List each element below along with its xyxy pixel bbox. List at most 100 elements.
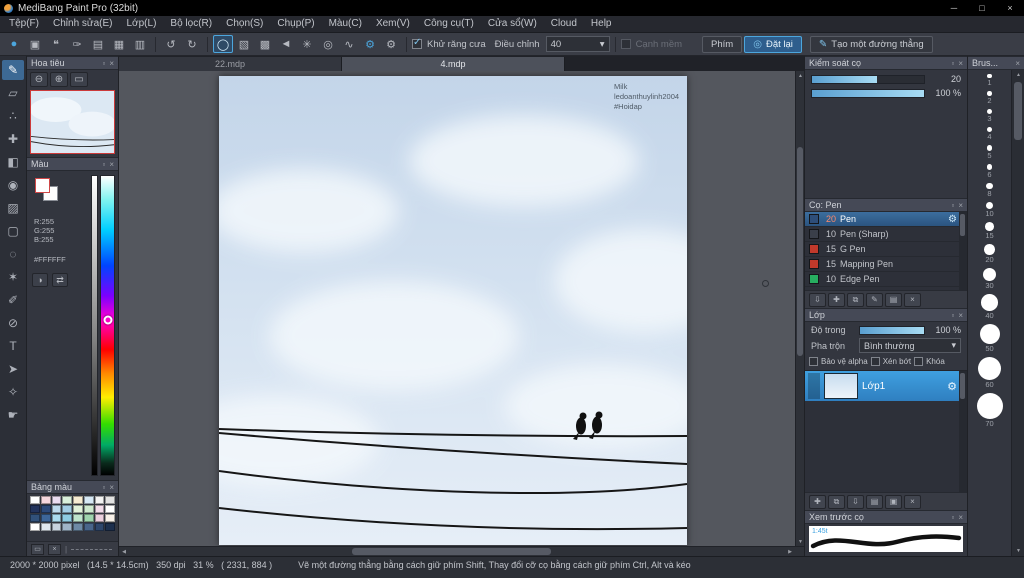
brush-size-preset[interactable]: 8 bbox=[986, 182, 993, 197]
palette-swatch[interactable] bbox=[40, 523, 51, 531]
layer-opacity-slider[interactable] bbox=[859, 325, 925, 335]
palette-swatch[interactable] bbox=[30, 496, 40, 504]
brush-item-pen-sharp[interactable]: 10 Pen (Sharp) bbox=[805, 227, 967, 242]
close-icon[interactable]: × bbox=[109, 160, 114, 169]
brush-opacity-slider[interactable] bbox=[811, 88, 925, 98]
material-grid-icon[interactable]: ▦ bbox=[109, 35, 129, 53]
scroll-thumb[interactable] bbox=[960, 214, 965, 236]
scroll-right-icon[interactable]: ▶ bbox=[785, 547, 795, 557]
snap-icon[interactable]: ✳ bbox=[297, 35, 317, 53]
brush-size-preset[interactable]: 15 bbox=[985, 222, 994, 239]
curve-icon[interactable]: ∿ bbox=[339, 35, 359, 53]
tab-22mdp[interactable]: 22.mdp bbox=[119, 57, 342, 71]
maximize-button[interactable]: □ bbox=[968, 0, 996, 16]
brush-list-scrollbar[interactable] bbox=[959, 212, 967, 290]
brush-size-preset[interactable]: 4 bbox=[986, 126, 993, 140]
tool-move-icon[interactable]: ✚ bbox=[2, 129, 24, 149]
palette-swatch[interactable] bbox=[94, 514, 105, 522]
brush-item-mapping-pen[interactable]: 15 Mapping Pen bbox=[805, 257, 967, 272]
menu-help[interactable]: Help bbox=[584, 16, 619, 32]
cell-grid-icon[interactable]: ▥ bbox=[130, 35, 150, 53]
scroll-down-icon[interactable]: ▼ bbox=[796, 537, 804, 546]
menu-color[interactable]: Màu(C) bbox=[322, 16, 369, 32]
brush-item-g-pen[interactable]: 15 G Pen bbox=[805, 242, 967, 257]
brush-size-preset[interactable]: 10 bbox=[985, 202, 994, 218]
menu-tool[interactable]: Công cụ(T) bbox=[417, 16, 481, 32]
tool-lasso-icon[interactable]: ◌ bbox=[2, 244, 24, 264]
brushes-strip-scrollbar[interactable]: ▲ ▼ bbox=[1011, 70, 1024, 556]
palette-swatch[interactable] bbox=[105, 496, 115, 504]
palette-swatch[interactable] bbox=[51, 505, 62, 513]
comment-icon[interactable]: ❝ bbox=[46, 35, 66, 53]
menu-layer[interactable]: Lớp(L) bbox=[120, 16, 164, 32]
brush-settings-gear-icon[interactable]: ⚙ bbox=[948, 214, 957, 225]
palette-swatch[interactable] bbox=[73, 496, 83, 504]
brush-size-preset[interactable]: 3 bbox=[987, 108, 992, 122]
lock-checkbox[interactable] bbox=[914, 357, 924, 366]
popout-icon[interactable]: ▫ bbox=[951, 59, 954, 68]
duplicate-layer-icon[interactable]: ⧉ bbox=[828, 494, 845, 509]
document-icon[interactable]: ▤ bbox=[88, 35, 108, 53]
brush-size-preset[interactable]: 1 bbox=[987, 74, 992, 87]
tool-magic-wand-icon[interactable]: ✶ bbox=[2, 267, 24, 287]
delete-brush-icon[interactable]: × bbox=[904, 292, 921, 307]
canvas-horizontal-scrollbar[interactable]: ◀ ▶ bbox=[119, 546, 804, 556]
palette-swatch[interactable] bbox=[73, 514, 83, 522]
gradient-icon[interactable]: ▧ bbox=[234, 35, 254, 53]
scroll-thumb[interactable] bbox=[960, 373, 965, 399]
hatch-icon[interactable]: ▩ bbox=[255, 35, 275, 53]
navigator-thumbnail[interactable] bbox=[30, 90, 115, 154]
tool-brush-icon[interactable]: ✎ bbox=[2, 60, 24, 80]
layer-visibility-toggle[interactable] bbox=[808, 373, 820, 399]
palette-swatch[interactable] bbox=[94, 505, 105, 513]
close-icon[interactable]: × bbox=[1015, 59, 1020, 68]
brush-item-edge-pen[interactable]: 10 Edge Pen bbox=[805, 272, 967, 287]
scroll-down-icon[interactable]: ▼ bbox=[1012, 546, 1024, 556]
menu-file[interactable]: Tệp(F) bbox=[2, 16, 46, 32]
app-brush-icon[interactable]: ● bbox=[4, 35, 24, 53]
palette-swatch[interactable] bbox=[62, 523, 72, 531]
menu-view[interactable]: Xem(V) bbox=[369, 16, 417, 32]
palette-swatch[interactable] bbox=[105, 523, 115, 531]
palette-swatch[interactable] bbox=[40, 505, 51, 513]
canvas-image[interactable] bbox=[219, 76, 687, 545]
brush-case-icon[interactable]: ✑ bbox=[67, 35, 87, 53]
tab-4mdp[interactable]: 4.mdp bbox=[342, 57, 565, 71]
palette-swatch[interactable] bbox=[62, 505, 72, 513]
zoom-reset-button[interactable]: ▭ bbox=[70, 72, 88, 87]
edit-brush-icon[interactable]: ✎ bbox=[866, 292, 883, 307]
scroll-left-icon[interactable]: ◀ bbox=[119, 547, 129, 557]
palette-swatch[interactable] bbox=[105, 514, 115, 522]
tool-gradient-icon[interactable]: ▨ bbox=[2, 198, 24, 218]
target-icon[interactable]: ◎ bbox=[318, 35, 338, 53]
palette-swatch[interactable] bbox=[30, 523, 40, 531]
tool-bucket-icon[interactable]: ◉ bbox=[2, 175, 24, 195]
menu-snap[interactable]: Chụp(P) bbox=[270, 16, 321, 32]
palette-swatch[interactable] bbox=[83, 514, 94, 522]
palette-swatch[interactable] bbox=[94, 523, 105, 531]
popout-icon[interactable]: ▫ bbox=[102, 483, 105, 492]
swap-colors-icon[interactable]: ⇄ bbox=[52, 273, 68, 287]
horizontal-scroll-thumb[interactable] bbox=[351, 548, 551, 555]
delete-layer-icon[interactable]: × bbox=[904, 494, 921, 509]
layer-list-scrollbar[interactable] bbox=[959, 371, 967, 492]
angle-left-icon[interactable]: ◄ bbox=[276, 35, 296, 53]
palette-swatch[interactable] bbox=[105, 505, 115, 513]
new-layer-icon[interactable]: ✚ bbox=[809, 494, 826, 509]
zoom-in-button[interactable]: ⊕ bbox=[50, 72, 68, 87]
popout-icon[interactable]: ▫ bbox=[951, 513, 954, 522]
palette-swatch[interactable] bbox=[51, 523, 62, 531]
brush-folder-icon[interactable]: ▤ bbox=[885, 292, 902, 307]
canvas-area[interactable]: Milk ledoanthuylinh2004 #Hoidap ▲ ▼ bbox=[119, 71, 804, 546]
palette-swatch[interactable] bbox=[40, 514, 51, 522]
vertical-scroll-thumb[interactable] bbox=[797, 147, 803, 356]
draw-line-button[interactable]: ✎ Tạo một đường thẳng bbox=[809, 35, 933, 53]
zoom-out-button[interactable]: ⊖ bbox=[30, 72, 48, 87]
hue-marker[interactable] bbox=[103, 315, 112, 325]
antialias-checkbox[interactable] bbox=[412, 37, 422, 49]
brush-size-preset[interactable]: 30 bbox=[982, 267, 997, 289]
foreground-color-swatch[interactable] bbox=[35, 178, 50, 193]
palette-swatch[interactable] bbox=[83, 523, 94, 531]
save-icon[interactable]: ▣ bbox=[25, 35, 45, 53]
download-brush-icon[interactable]: ⇩ bbox=[809, 292, 826, 307]
